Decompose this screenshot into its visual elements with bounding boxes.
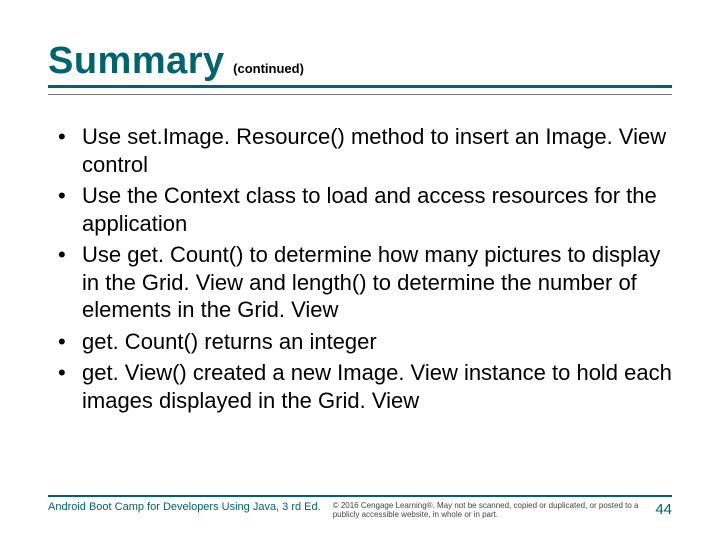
title-block: Summary (continued) bbox=[48, 40, 672, 88]
list-item: Use get. Count() to determine how many p… bbox=[52, 241, 672, 324]
list-item: Use the Context class to load and access… bbox=[52, 182, 672, 237]
slide-title: Summary bbox=[48, 40, 225, 82]
bullet-list: Use set.Image. Resource() method to inse… bbox=[52, 123, 672, 414]
list-item: get. Count() returns an integer bbox=[52, 328, 672, 356]
footer-source: Android Boot Camp for Developers Using J… bbox=[48, 501, 333, 513]
slide: Summary (continued) Use set.Image. Resou… bbox=[0, 0, 720, 540]
list-item: Use set.Image. Resource() method to inse… bbox=[52, 123, 672, 178]
footer: Android Boot Camp for Developers Using J… bbox=[48, 495, 672, 520]
list-item: get. View() created a new Image. View in… bbox=[52, 359, 672, 414]
footer-row: Android Boot Camp for Developers Using J… bbox=[48, 501, 672, 520]
page-number: 44 bbox=[639, 501, 672, 518]
title-thin-rule bbox=[48, 94, 672, 95]
continued-label: (continued) bbox=[233, 61, 304, 76]
footer-rule bbox=[48, 495, 672, 497]
footer-copyright: © 2016 Cengage Learning®. May not be sca… bbox=[333, 501, 640, 520]
